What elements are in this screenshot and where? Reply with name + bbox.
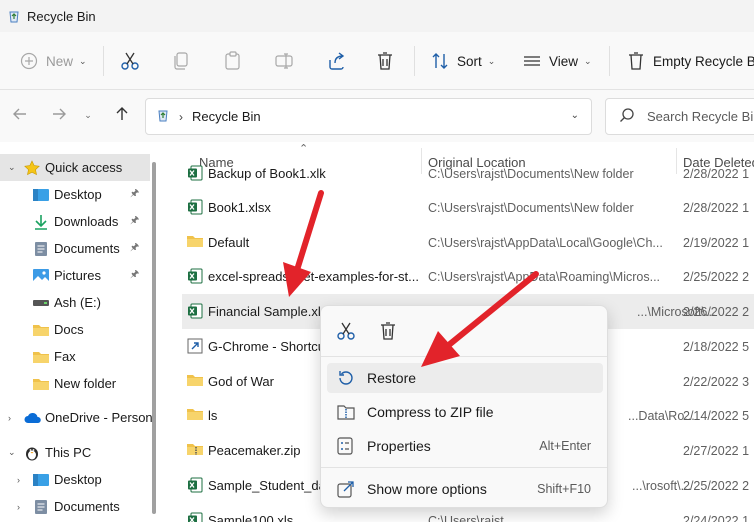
annotation-arrows [283,190,539,367]
annotation-arrow-restore [421,271,539,367]
annotation-arrow-file [283,190,324,297]
